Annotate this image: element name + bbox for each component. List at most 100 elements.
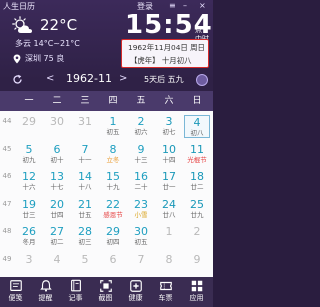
day-number: 18	[190, 170, 204, 183]
calendar-day[interactable]: 9 十三	[128, 143, 154, 166]
toolbar-button[interactable]: 记事	[62, 279, 89, 306]
calendar-day[interactable]: 8	[156, 253, 182, 276]
day-number: 7	[81, 142, 89, 156]
toolbar-button[interactable]: 健康	[122, 279, 149, 306]
location-text: 深圳 75 良	[25, 54, 65, 63]
calendar-day[interactable]: 7	[128, 253, 154, 276]
calendar-day[interactable]: 1 初五	[100, 115, 126, 138]
lunar-day: 初九	[22, 155, 36, 164]
calendar-day[interactable]: 15 十九	[100, 170, 126, 193]
toolbar-button[interactable]: 应用	[183, 279, 210, 306]
day-number: 13	[50, 170, 64, 183]
calendar-day[interactable]: 23 小雪	[128, 198, 154, 221]
calendar-day[interactable]: 29	[16, 115, 42, 138]
next-month-button[interactable]: >	[119, 73, 127, 84]
day-number: 9	[137, 142, 145, 156]
day-number: 30	[134, 225, 148, 238]
day-number: 24	[162, 197, 176, 211]
lunar-day: 二十	[134, 183, 148, 191]
calendar-day[interactable]: 12 十六	[16, 170, 42, 193]
toolbar-button[interactable]: 便笺	[2, 279, 29, 306]
calendar-day[interactable]: 8 立冬	[100, 143, 126, 166]
calendar-day[interactable]: 9	[184, 253, 210, 276]
calendar-day[interactable]: 5 初九	[16, 143, 42, 166]
calendar-day[interactable]: 5	[72, 253, 98, 276]
toolbar-label: 记事	[68, 294, 83, 302]
day-number: 20	[50, 197, 64, 211]
day-number: 19	[22, 197, 36, 211]
weekday-sat: 六	[164, 96, 174, 106]
lunar-day: 廿五	[78, 210, 92, 219]
day-number: 1	[165, 225, 173, 238]
day-number: 10	[162, 142, 176, 156]
calendar-day[interactable]: 6 初十	[44, 143, 70, 166]
day-number: 16	[134, 170, 148, 183]
lunar-date: 【虎年】 十月初八	[130, 56, 192, 65]
calendar-day[interactable]: 3 初七	[156, 115, 182, 138]
calendar-day[interactable]: 7 十一	[72, 143, 98, 166]
calendar-day[interactable]: 29 初四	[100, 225, 126, 248]
lunar-day: 十一	[78, 155, 92, 164]
day-number: 30	[50, 115, 64, 128]
notebook-icon	[70, 279, 81, 292]
day-number: 29	[106, 225, 120, 238]
bottom-toolbar: 便笺 提醒 记事 截图 健康 车票 应用	[0, 277, 213, 307]
calendar-day[interactable]: 16 二十	[128, 170, 154, 193]
note-icon	[9, 280, 22, 291]
toolbar-button[interactable]: 截图	[92, 279, 119, 306]
calendar-day-today[interactable]: 4 初八	[184, 115, 210, 138]
lunar-day: 十四	[162, 155, 176, 164]
day-number: 23	[134, 197, 148, 211]
calendar-day[interactable]: 18 廿二	[184, 170, 210, 193]
calendar-day[interactable]: 3	[16, 253, 42, 276]
calendar-day[interactable]: 24 廿八	[156, 198, 182, 221]
calendar-day[interactable]: 22 感恩节	[100, 198, 126, 221]
calendar-day[interactable]: 11 光棍节	[184, 143, 210, 166]
calendar-day[interactable]: 13 十七	[44, 170, 70, 193]
toolbar-button[interactable]: 车票	[152, 279, 179, 306]
calendar-day[interactable]: 4	[44, 253, 70, 276]
refresh-icon[interactable]	[12, 74, 23, 85]
calendar-day[interactable]: 26 冬月	[16, 225, 42, 248]
day-number: 2	[193, 225, 201, 238]
calendar-day[interactable]: 27 初二	[44, 225, 70, 248]
calendar-day[interactable]: 2	[184, 225, 210, 248]
calendar-day[interactable]: 25 廿九	[184, 198, 210, 221]
screenshot-icon	[99, 280, 112, 292]
weekday-tue: 二	[52, 96, 62, 106]
calendar-day[interactable]: 28 初三	[72, 225, 98, 248]
toolbar-button[interactable]: 提醒	[32, 279, 59, 306]
lunar-day: 立冬	[106, 155, 120, 164]
calendar-day[interactable]: 31	[72, 115, 98, 138]
calendar-day[interactable]: 20 廿四	[44, 198, 70, 221]
clock-unit-top: 点	[195, 26, 202, 34]
calendar-day[interactable]: 30 初五	[128, 225, 154, 248]
lunar-day: 廿八	[162, 210, 176, 219]
week-number: 46	[2, 172, 12, 180]
day-number: 17	[162, 170, 176, 183]
location-pin-icon	[13, 54, 21, 64]
week-number: 44	[2, 117, 12, 125]
day-number: 4	[193, 116, 201, 129]
calendar-day[interactable]: 6	[100, 253, 126, 276]
calendar-day[interactable]: 10 十四	[156, 143, 182, 166]
calendar-day[interactable]: 2 初六	[128, 115, 154, 138]
lunar-day: 小雪	[134, 210, 148, 219]
prev-month-button[interactable]: <	[46, 73, 54, 84]
settings-circle-icon[interactable]	[196, 74, 208, 86]
lunar-day: 初四	[106, 238, 120, 246]
calendar-day[interactable]: 17 廿一	[156, 170, 182, 193]
calendar-day[interactable]: 19 廿三	[16, 198, 42, 221]
calendar-day[interactable]: 30	[44, 115, 70, 138]
lunar-day: 初六	[134, 128, 148, 136]
calendar-day[interactable]: 21 廿五	[72, 198, 98, 221]
day-number: 26	[22, 225, 36, 238]
weekday-mon: 一	[24, 96, 34, 106]
calendar-day[interactable]: 1	[156, 225, 182, 248]
calendar-day[interactable]: 14 十八	[72, 170, 98, 193]
weekday-header: 一 二 三 四 五 六 日	[0, 91, 213, 111]
lunar-day: 光棍节	[187, 155, 207, 164]
current-month[interactable]: 1962-11	[66, 72, 112, 86]
day-number: 1	[109, 115, 117, 128]
day-number: 8	[165, 252, 173, 266]
